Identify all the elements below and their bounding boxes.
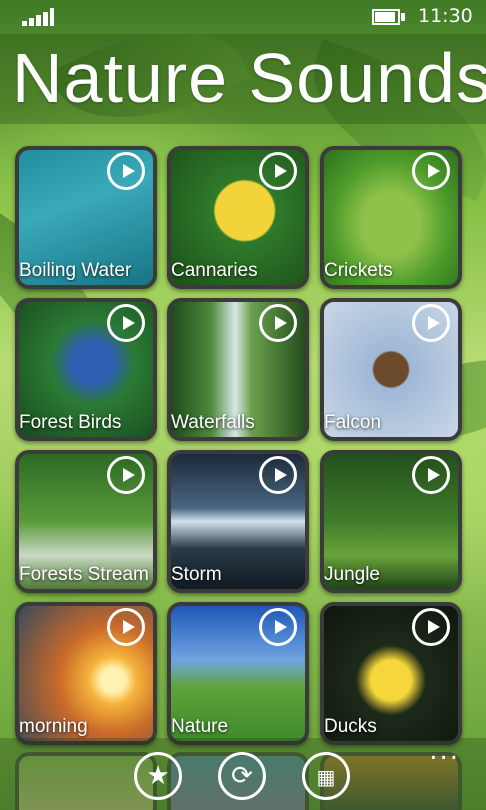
status-time: 11:30 (418, 5, 473, 27)
sound-label: Forest Birds (19, 412, 122, 433)
page-title: Nature Sounds (12, 39, 486, 117)
sound-tile[interactable]: Jungle (320, 450, 462, 593)
store-icon: ▦ (316, 765, 336, 789)
more-options-button[interactable]: ... (429, 738, 460, 764)
play-icon[interactable] (259, 304, 297, 342)
app-bar: ★ ⟳ ▦ ... (0, 738, 486, 810)
signal-strength-icon (22, 8, 54, 26)
favorite-star-button[interactable]: ★ (134, 752, 182, 800)
sound-label: Falcon (324, 412, 382, 433)
sound-label: Boiling Water (19, 260, 132, 281)
sound-label: Storm (171, 564, 222, 585)
play-icon[interactable] (259, 608, 297, 646)
sound-label: Nature (171, 716, 229, 737)
status-bar: 11:30 (0, 0, 486, 34)
play-icon[interactable] (107, 456, 145, 494)
sound-tile[interactable]: Crickets (320, 146, 462, 289)
star-icon: ★ (146, 761, 170, 791)
sound-tile[interactable]: Boiling Water (15, 146, 157, 289)
play-icon[interactable] (107, 152, 145, 190)
play-icon[interactable] (412, 152, 450, 190)
sound-tile[interactable]: Waterfalls (167, 298, 309, 441)
sound-label: Cannaries (171, 260, 258, 281)
sound-label: Jungle (324, 564, 380, 585)
battery-icon (372, 9, 406, 25)
refresh-icon: ⟳ (231, 761, 253, 791)
play-icon[interactable] (412, 608, 450, 646)
sound-label: morning (19, 716, 88, 737)
sound-tile[interactable]: Cannaries (167, 146, 309, 289)
sound-tile[interactable]: Nature (167, 602, 309, 745)
sound-tile[interactable]: Storm (167, 450, 309, 593)
sound-label: Crickets (324, 260, 393, 281)
sound-label: Waterfalls (171, 412, 255, 433)
sound-tile[interactable]: morning (15, 602, 157, 745)
sound-label: Ducks (324, 716, 377, 737)
play-icon[interactable] (259, 152, 297, 190)
sound-tile[interactable]: Falcon (320, 298, 462, 441)
refresh-button[interactable]: ⟳ (218, 752, 266, 800)
play-icon[interactable] (412, 304, 450, 342)
sound-label: Forests Stream (19, 564, 149, 585)
play-icon[interactable] (107, 608, 145, 646)
sound-tile[interactable]: Forest Birds (15, 298, 157, 441)
sound-tile[interactable]: Forests Stream (15, 450, 157, 593)
play-icon[interactable] (107, 304, 145, 342)
store-button[interactable]: ▦ (302, 752, 350, 800)
play-icon[interactable] (259, 456, 297, 494)
sound-tile[interactable]: Ducks (320, 602, 462, 745)
play-icon[interactable] (412, 456, 450, 494)
